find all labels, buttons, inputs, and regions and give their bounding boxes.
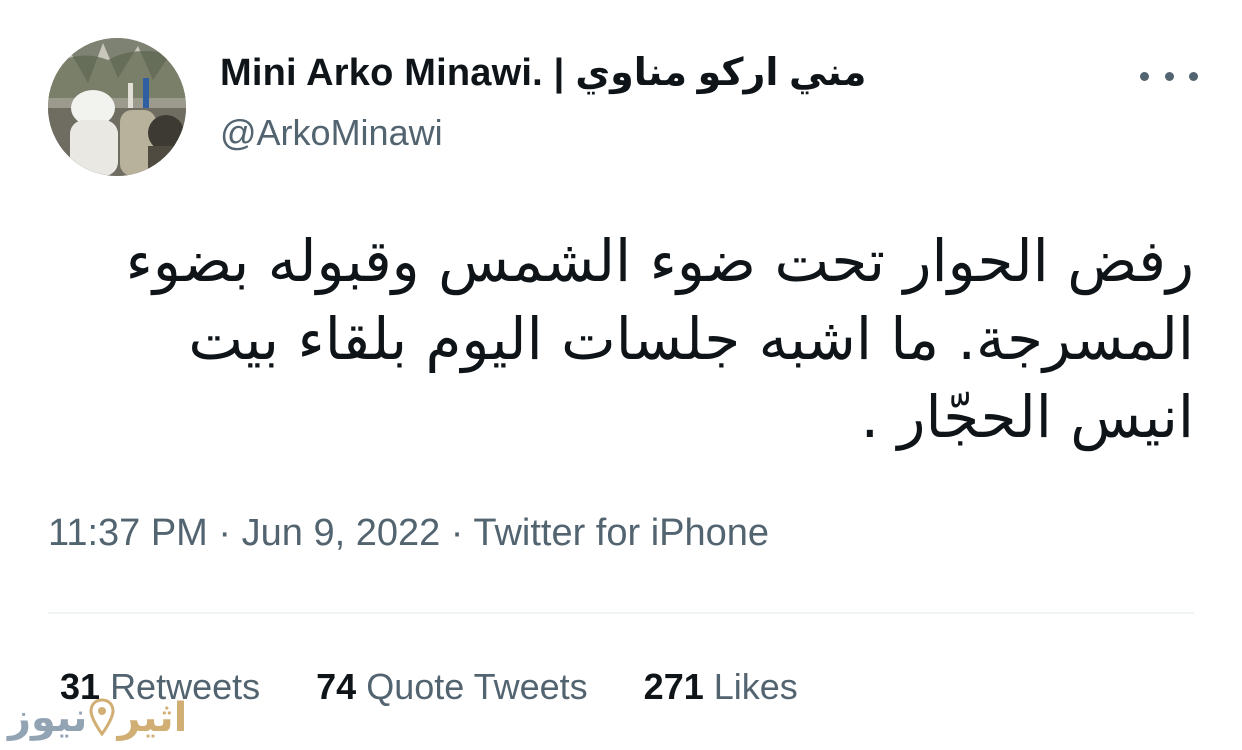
tweet-source[interactable]: Twitter for iPhone bbox=[473, 512, 769, 554]
likes-stat[interactable]: 271 Likes bbox=[644, 666, 798, 708]
tweet-detail: Mini Arko Minawi. | مني اركو مناوي @Arko… bbox=[0, 0, 1242, 750]
likes-label: Likes bbox=[713, 666, 798, 707]
tweet-date[interactable]: Jun 9, 2022 bbox=[242, 512, 441, 554]
quote-tweets-stat[interactable]: 74 Quote Tweets bbox=[316, 666, 588, 708]
quote-tweets-label: Quote Tweets bbox=[366, 666, 588, 707]
more-horizontal-icon-dot bbox=[1164, 71, 1174, 81]
author-display-name[interactable]: Mini Arko Minawi. | مني اركو مناوي bbox=[220, 50, 866, 95]
avatar-photo bbox=[48, 38, 186, 176]
meta-separator: · bbox=[450, 512, 464, 554]
tweet-text: رفض الحوار تحت ضوء الشمس وقبوله بضوء الم… bbox=[125, 227, 1194, 451]
avatar[interactable] bbox=[48, 38, 186, 176]
tweet-meta: 11:37 PM · Jun 9, 2022 · Twitter for iPh… bbox=[48, 512, 769, 555]
more-horizontal-icon-dot bbox=[1189, 71, 1198, 81]
retweets-count: 31 bbox=[60, 666, 101, 707]
more-options-button[interactable] bbox=[1140, 58, 1198, 94]
tweet-time[interactable]: 11:37 PM bbox=[48, 512, 208, 554]
retweets-stat[interactable]: 31 Retweets bbox=[60, 666, 260, 708]
author-handle[interactable]: @ArkoMinawi bbox=[220, 112, 443, 154]
meta-separator: · bbox=[218, 512, 232, 554]
divider bbox=[48, 612, 1194, 614]
more-horizontal-icon bbox=[1140, 71, 1149, 81]
likes-count: 271 bbox=[643, 666, 704, 707]
retweets-label: Retweets bbox=[110, 666, 261, 707]
quote-tweets-count: 74 bbox=[316, 666, 357, 707]
engagement-stats: 31 Retweets 74 Quote Tweets 271 Likes bbox=[60, 666, 798, 708]
